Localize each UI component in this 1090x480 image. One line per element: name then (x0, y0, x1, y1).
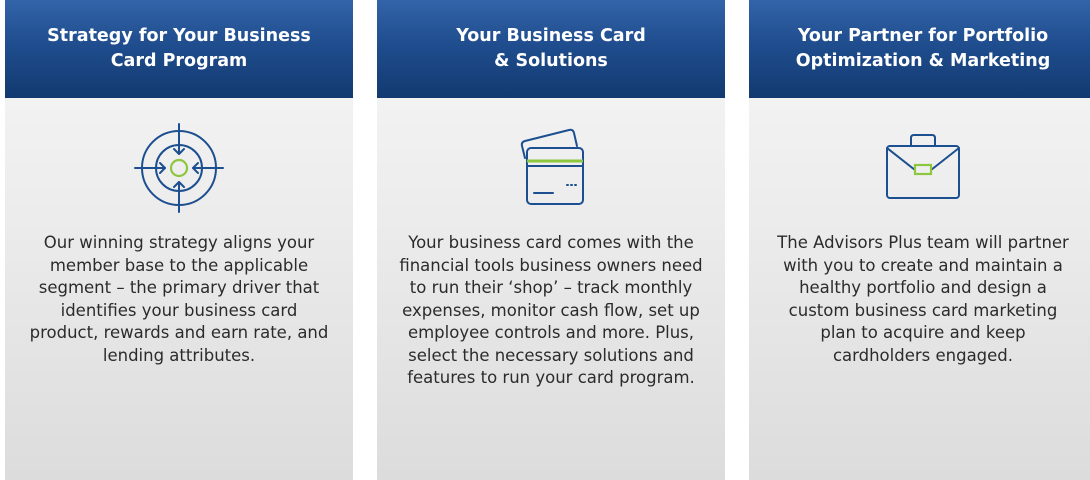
target-icon (134, 123, 224, 213)
card-description: Our winning strategy aligns your member … (29, 233, 329, 365)
card-strategy: Strategy for Your Business Card Program … (5, 0, 353, 480)
card-title: Your Partner for Portfolio Optimization … (749, 0, 1090, 98)
briefcase-icon (886, 134, 960, 199)
card-description: Your business card comes with the financ… (399, 233, 703, 387)
card-business-card: Your Business Card & Solutions Your busi… (377, 0, 725, 480)
card-portfolio: Your Partner for Portfolio Optimization … (749, 0, 1090, 480)
card-title: Strategy for Your Business Card Program (5, 0, 353, 98)
card-description: The Advisors Plus team will partner with… (777, 233, 1069, 365)
card-title: Your Business Card & Solutions (377, 0, 725, 98)
credit-card-icon (520, 128, 584, 205)
